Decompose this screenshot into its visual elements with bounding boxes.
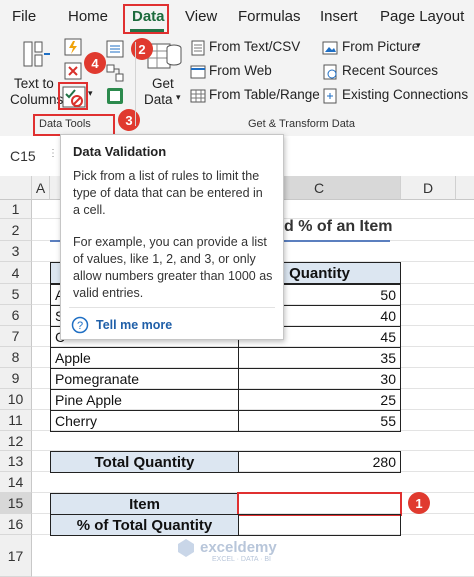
item-label[interactable]: Item: [50, 493, 239, 515]
existing-connections-icon: [323, 88, 337, 104]
name-box[interactable]: C15: [10, 148, 36, 164]
data-validation-highlight: [58, 82, 88, 110]
badge-4: 4: [84, 52, 106, 74]
row-header-15[interactable]: 15: [0, 493, 32, 514]
name-box-dropdown-icon[interactable]: ⋮: [48, 148, 58, 159]
row-header-14[interactable]: 14: [0, 472, 32, 493]
from-web-button[interactable]: From Web: [209, 63, 272, 78]
row-header-4[interactable]: 4: [0, 262, 32, 284]
pct-total-value-cell[interactable]: [238, 514, 401, 536]
row-header-6[interactable]: 6: [0, 305, 32, 326]
recent-sources-icon: [323, 64, 337, 80]
tooltip-divider: [69, 307, 275, 308]
tooltip-para2-line3: allow numbers greater than 1000 as: [73, 269, 273, 283]
tooltip-para2-line1: For example, you can provide a list: [73, 235, 267, 249]
ribbon: Text to Columns 4 ▾ 2 Get Data ▾ From Te…: [0, 34, 474, 137]
relationships-icon[interactable]: [106, 64, 124, 82]
row-header-5[interactable]: 5: [0, 284, 32, 305]
from-text-csv-button[interactable]: From Text/CSV: [209, 39, 300, 54]
pct-total-label[interactable]: % of Total Quantity: [50, 514, 239, 536]
row-header-10[interactable]: 10: [0, 389, 32, 410]
tab-home[interactable]: Home: [68, 8, 108, 25]
tab-file[interactable]: File: [12, 8, 36, 25]
row-header-8[interactable]: 8: [0, 347, 32, 368]
from-table-range-button[interactable]: From Table/Range: [209, 87, 320, 102]
row-header-3[interactable]: 3: [0, 241, 32, 262]
text-to-columns-icon: [23, 41, 50, 67]
tab-formulas[interactable]: Formulas: [238, 8, 301, 25]
column-header-e-partial[interactable]: [456, 176, 474, 200]
from-picture-dropdown-icon[interactable]: ▾: [416, 40, 421, 51]
existing-connections-button[interactable]: Existing Connections: [342, 87, 468, 102]
table-row-item[interactable]: Cherry: [50, 410, 239, 432]
data-validation-dropdown-icon[interactable]: ▾: [88, 88, 93, 99]
tooltip-para2-line4: valid entries.: [73, 286, 144, 300]
table-row-quantity[interactable]: 35: [238, 347, 401, 369]
row-header-9[interactable]: 9: [0, 368, 32, 389]
row-header-11[interactable]: 11: [0, 410, 32, 431]
tooltip-para1-line3: a cell.: [73, 203, 106, 217]
table-row-quantity[interactable]: 30: [238, 368, 401, 390]
from-text-csv-icon: [191, 40, 205, 56]
total-quantity-label[interactable]: Total Quantity: [50, 451, 239, 473]
tooltip-para1-line2: type of data that can be entered in: [73, 186, 263, 200]
tab-page-layout[interactable]: Page Layout: [380, 8, 464, 25]
table-row-item[interactable]: Apple: [50, 347, 239, 369]
help-icon: ?: [71, 316, 89, 334]
get-data-dropdown-icon[interactable]: ▾: [176, 92, 181, 103]
badge-3: 3: [118, 109, 140, 131]
row-header-2[interactable]: 2: [0, 219, 32, 241]
from-web-icon: [190, 65, 206, 79]
row-header-7[interactable]: 7: [0, 326, 32, 347]
item-input-cell-c15[interactable]: [237, 492, 402, 516]
sheet-title: d % of an Item: [284, 218, 393, 235]
remove-duplicates-icon[interactable]: [64, 62, 82, 80]
tooltip-para1-line1: Pick from a list of rules to limit the: [73, 169, 260, 183]
manage-data-model-icon[interactable]: [106, 86, 124, 106]
tell-me-more-link[interactable]: Tell me more: [96, 317, 172, 335]
get-data-label-2[interactable]: Data: [144, 92, 173, 107]
data-validation-tooltip: Data Validation Pick from a list of rule…: [60, 134, 284, 340]
svg-text:?: ?: [77, 320, 83, 332]
table-row-item[interactable]: Pine Apple: [50, 389, 239, 411]
table-row-item[interactable]: Pomegranate: [50, 368, 239, 390]
table-row-quantity[interactable]: 25: [238, 389, 401, 411]
get-data-label-1[interactable]: Get: [152, 76, 174, 91]
ribbon-tab-bar: File Home Data View Formulas Insert Page…: [0, 0, 474, 34]
get-transform-group-label: Get & Transform Data: [248, 118, 355, 130]
table-row-quantity[interactable]: 55: [238, 410, 401, 432]
tab-data-highlight: [123, 4, 169, 34]
total-quantity-value[interactable]: 280: [238, 451, 401, 473]
consolidate-icon[interactable]: [106, 40, 124, 58]
flash-fill-icon[interactable]: [64, 38, 82, 56]
select-all-corner[interactable]: [0, 176, 32, 200]
row-header-13[interactable]: 13: [0, 451, 32, 472]
tab-view[interactable]: View: [185, 8, 217, 25]
row-header-17[interactable]: 17: [0, 535, 32, 577]
recent-sources-button[interactable]: Recent Sources: [342, 63, 438, 78]
row-header-1[interactable]: 1: [0, 200, 32, 219]
text-to-columns-label-2[interactable]: Columns: [10, 92, 63, 107]
text-to-columns-label-1[interactable]: Text to: [14, 76, 54, 91]
group-divider: [135, 42, 136, 126]
from-picture-button[interactable]: From Picture: [342, 39, 419, 54]
from-picture-icon: [322, 41, 338, 55]
tooltip-para2-line2: of values, like 1, 2, and 3, or only: [73, 252, 256, 266]
watermark-tagline: EXCEL · DATA · BI: [212, 556, 271, 563]
data-tools-group-label: Data Tools: [39, 118, 91, 130]
watermark-name: exceldemy: [200, 539, 277, 556]
tab-insert[interactable]: Insert: [320, 8, 358, 25]
row-header-16[interactable]: 16: [0, 514, 32, 535]
badge-1: 1: [408, 492, 430, 514]
column-header-d[interactable]: D: [401, 176, 456, 200]
from-table-range-icon: [190, 89, 206, 103]
tooltip-title: Data Validation: [73, 144, 167, 159]
row-header-12[interactable]: 12: [0, 431, 32, 451]
exceldemy-logo-icon: [178, 539, 194, 557]
column-header-a[interactable]: A: [32, 176, 50, 200]
